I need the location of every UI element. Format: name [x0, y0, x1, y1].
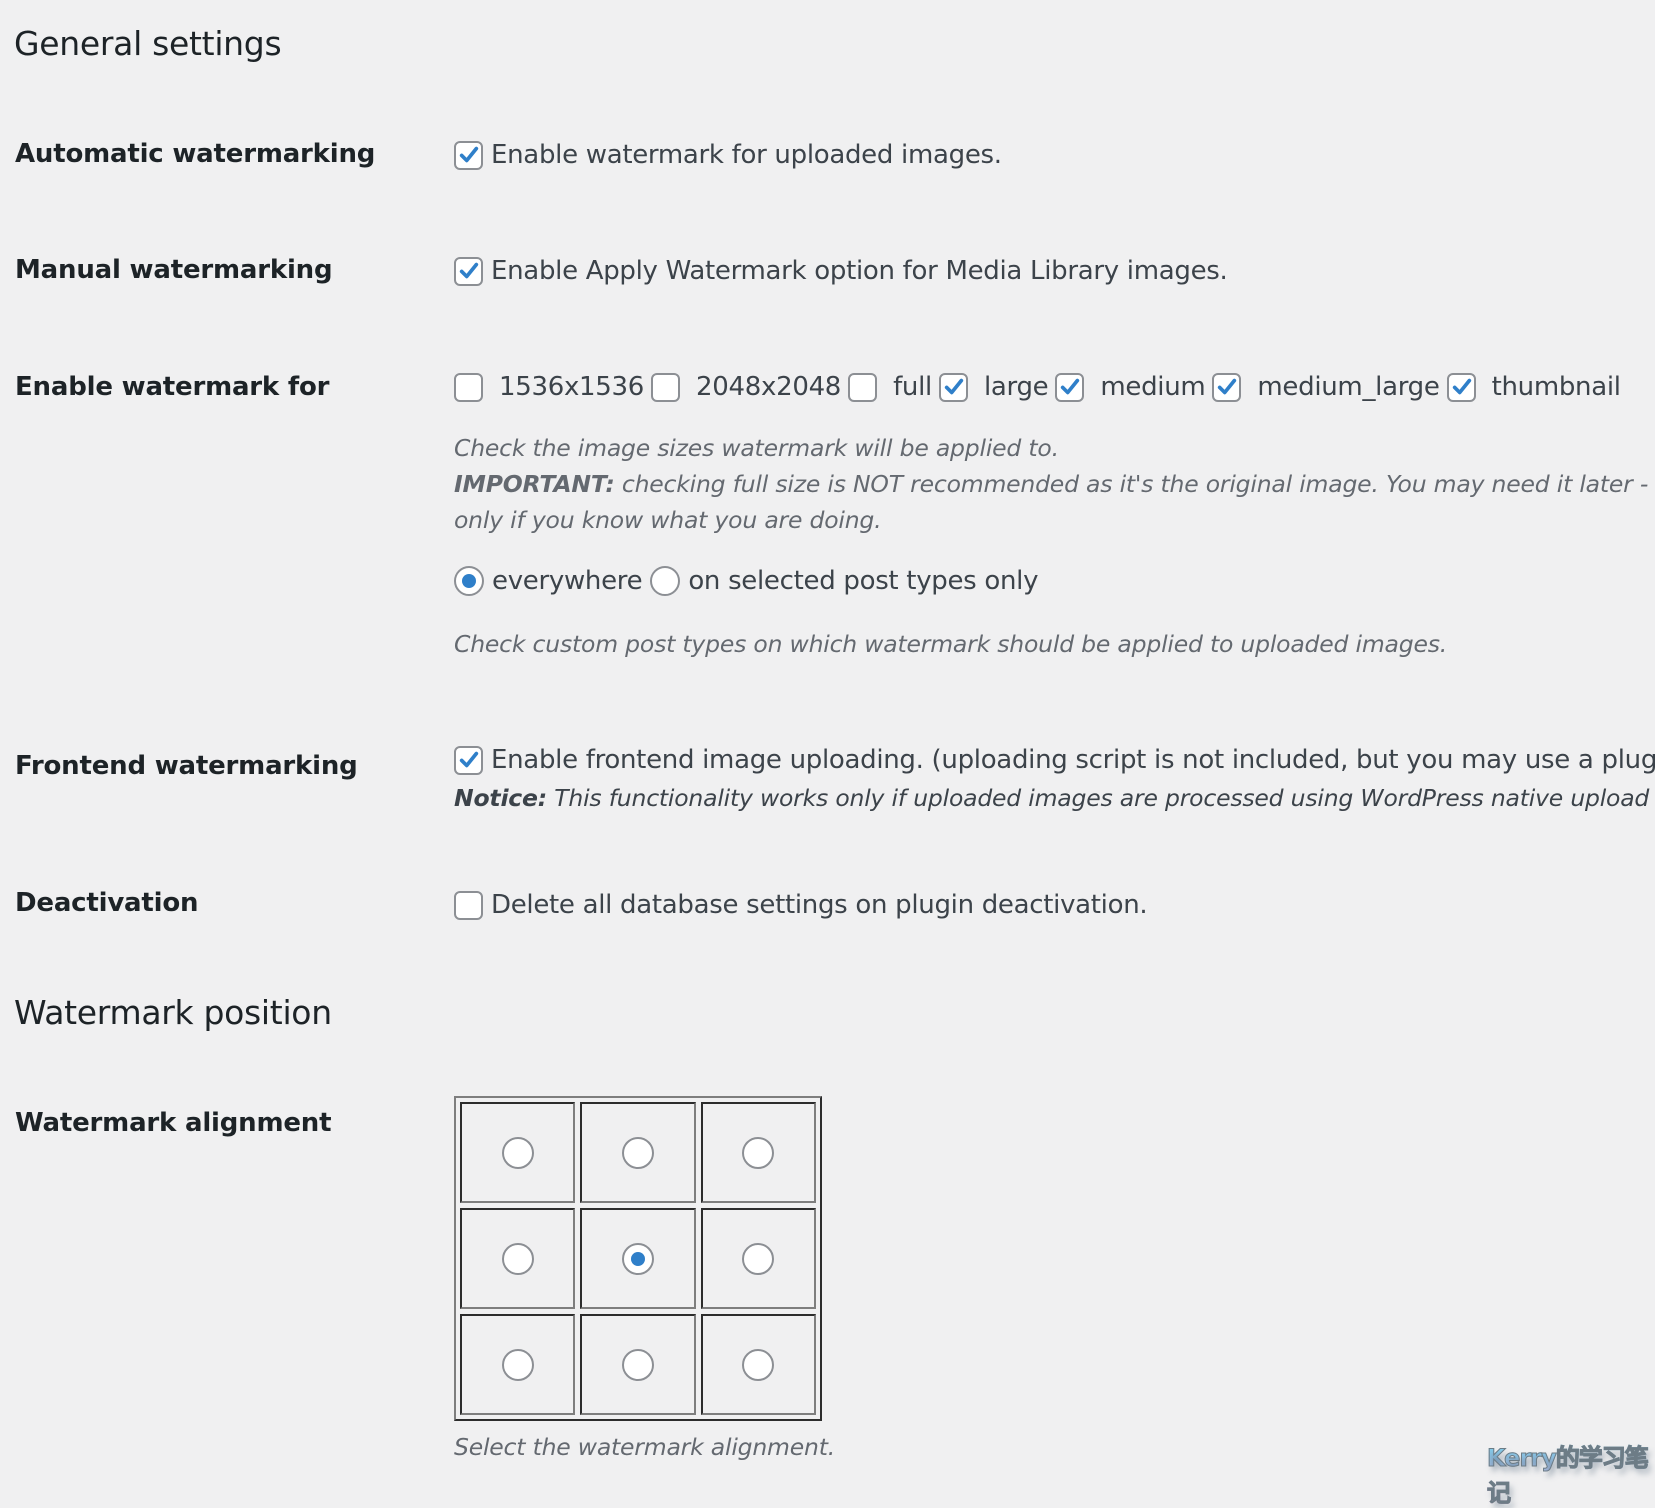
- post-type-radio-group: everywhere on selected post types only: [454, 566, 1038, 596]
- alignment-radio[interactable]: [501, 1242, 534, 1275]
- size-label: full: [893, 372, 932, 402]
- checkmark-icon: [1061, 378, 1080, 394]
- checkmark-icon: [459, 146, 479, 162]
- label-enable-watermark-for: Enable watermark for: [15, 372, 330, 402]
- post-types-help-text: Check custom post types on which waterma…: [454, 630, 1448, 658]
- alignment-radio[interactable]: [501, 1136, 534, 1169]
- sizes-important-note: IMPORTANT: checking full size is NOT rec…: [454, 470, 1655, 498]
- label-manual-watermarking: Manual watermarking: [15, 255, 333, 285]
- important-text: checking full size is NOT recommended as…: [614, 470, 1655, 498]
- manual-watermarking-text: Enable Apply Watermark option for Media …: [491, 256, 1228, 286]
- alignment-help-text: Select the watermark alignment.: [454, 1433, 835, 1461]
- size-option[interactable]: medium_large: [1212, 372, 1446, 402]
- alignment-radio[interactable]: [742, 1242, 775, 1275]
- label-automatic-watermarking: Automatic watermarking: [15, 139, 376, 169]
- checkmark-icon: [459, 751, 479, 767]
- size-label: thumbnail: [1491, 372, 1621, 402]
- size-label: 1536x1536: [499, 372, 645, 402]
- size-checkbox[interactable]: [938, 372, 968, 402]
- alignment-radio[interactable]: [621, 1348, 654, 1381]
- size-label: medium: [1100, 372, 1206, 402]
- automatic-watermarking-option[interactable]: Enable watermark for uploaded images.: [454, 140, 1002, 170]
- alignment-cell-top-center[interactable]: [580, 1102, 696, 1203]
- alignment-cell-middle-right[interactable]: [700, 1208, 816, 1309]
- size-checkbox[interactable]: [1212, 372, 1242, 402]
- frontend-watermarking-option[interactable]: Enable frontend image uploading. (upload…: [454, 745, 1655, 775]
- size-checkbox[interactable]: [1055, 372, 1085, 402]
- overlay-watermark-logo: Kerry的学习笔记: [1487, 1438, 1655, 1508]
- frontend-watermarking-checkbox[interactable]: [454, 745, 483, 775]
- notice-prefix: Notice:: [454, 784, 547, 812]
- checkmark-icon: [944, 378, 964, 394]
- alignment-cell-middle-left[interactable]: [460, 1208, 576, 1309]
- image-sizes-list: 1536x1536 2048x2048 full large medium me…: [454, 372, 1628, 402]
- size-label: 2048x2048: [696, 372, 842, 402]
- automatic-watermarking-text: Enable watermark for uploaded images.: [491, 140, 1002, 170]
- radio-option-selected-post-types[interactable]: on selected post types only: [650, 566, 1038, 596]
- size-option[interactable]: medium: [1055, 372, 1212, 402]
- section-title-position: Watermark position: [14, 993, 332, 1032]
- radio-selected-post-types[interactable]: [650, 566, 681, 596]
- sizes-help-text: Check the image sizes watermark will be …: [454, 434, 1059, 462]
- size-option[interactable]: thumbnail: [1446, 372, 1628, 402]
- alignment-cell-bottom-left[interactable]: [460, 1314, 576, 1415]
- alignment-cell-bottom-center[interactable]: [580, 1314, 696, 1415]
- radio-selected-post-types-label: on selected post types only: [688, 566, 1039, 596]
- automatic-watermarking-checkbox[interactable]: [454, 140, 483, 170]
- size-label: medium_large: [1257, 372, 1440, 402]
- size-label: large: [983, 372, 1049, 402]
- label-deactivation: Deactivation: [15, 888, 199, 918]
- manual-watermarking-checkbox[interactable]: [454, 256, 483, 286]
- radio-option-everywhere[interactable]: everywhere: [454, 566, 650, 596]
- size-option[interactable]: full: [848, 372, 939, 402]
- size-option[interactable]: 2048x2048: [651, 372, 848, 402]
- manual-watermarking-option[interactable]: Enable Apply Watermark option for Media …: [454, 256, 1228, 286]
- radio-everywhere-label: everywhere: [492, 566, 643, 596]
- frontend-watermarking-text: Enable frontend image uploading. (upload…: [491, 745, 1655, 775]
- alignment-radio[interactable]: [742, 1348, 775, 1381]
- alignment-radio[interactable]: [621, 1136, 654, 1169]
- size-option[interactable]: 1536x1536: [454, 372, 651, 402]
- label-watermark-alignment: Watermark alignment: [15, 1108, 332, 1138]
- important-prefix: IMPORTANT:: [454, 470, 615, 498]
- checkmark-icon: [1452, 378, 1471, 394]
- frontend-notice: Notice: This functionality works only if…: [454, 784, 1655, 812]
- alignment-cell-bottom-right[interactable]: [700, 1314, 816, 1415]
- alignment-cell-top-right[interactable]: [700, 1102, 816, 1203]
- alignment-radio[interactable]: [501, 1348, 534, 1381]
- alignment-cell-middle-center[interactable]: [580, 1208, 696, 1309]
- radio-everywhere[interactable]: [454, 566, 484, 596]
- alignment-radio[interactable]: [621, 1242, 654, 1275]
- label-frontend-watermarking: Frontend watermarking: [15, 751, 358, 781]
- size-checkbox[interactable]: [1446, 372, 1476, 402]
- size-checkbox[interactable]: [651, 372, 681, 402]
- sizes-help-line3: only if you know what you are doing.: [454, 506, 882, 534]
- size-checkbox[interactable]: [454, 372, 483, 402]
- checkmark-icon: [1218, 378, 1237, 394]
- checkmark-icon: [459, 262, 479, 278]
- alignment-radio[interactable]: [742, 1136, 775, 1169]
- alignment-cell-top-left[interactable]: [460, 1102, 576, 1203]
- alignment-grid: [454, 1096, 822, 1421]
- size-option[interactable]: large: [938, 372, 1055, 402]
- deactivation-option[interactable]: Delete all database settings on plugin d…: [454, 890, 1148, 920]
- size-checkbox[interactable]: [848, 372, 878, 402]
- deactivation-text: Delete all database settings on plugin d…: [491, 890, 1148, 920]
- deactivation-checkbox[interactable]: [454, 890, 483, 920]
- section-title-general: General settings: [14, 24, 282, 63]
- notice-text: This functionality works only if uploade…: [546, 784, 1655, 812]
